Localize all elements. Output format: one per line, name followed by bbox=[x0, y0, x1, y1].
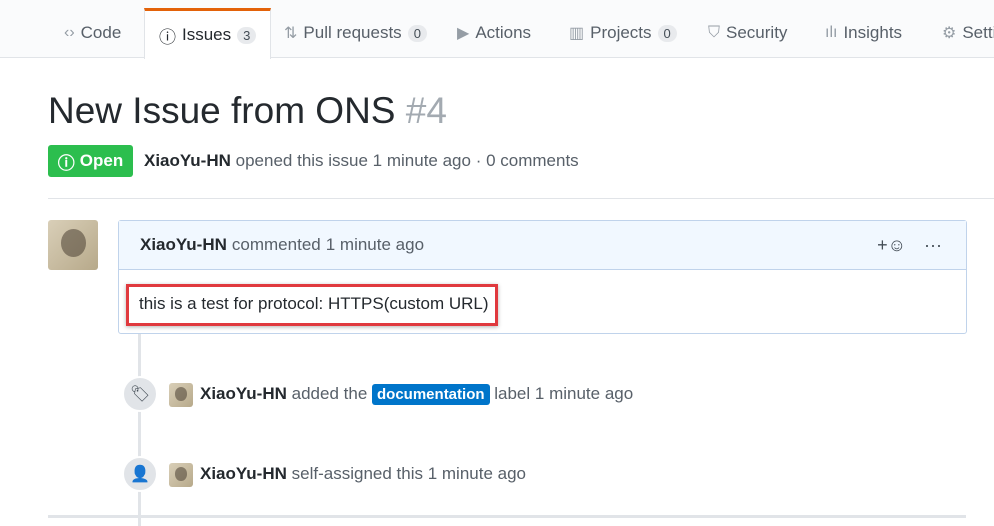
issue-number: #4 bbox=[405, 90, 447, 131]
tab-actions[interactable]: ▶ Actions bbox=[457, 8, 531, 58]
avatar[interactable] bbox=[169, 463, 193, 487]
comment-author[interactable]: XiaoYu-HN bbox=[140, 235, 227, 255]
tab-pull-requests[interactable]: ⇅ Pull requests 0 bbox=[284, 8, 427, 58]
tab-settings[interactable]: ⚙Settings bbox=[942, 8, 994, 58]
shield-icon: ⛉ bbox=[708, 24, 721, 41]
project-icon: ▥ bbox=[569, 25, 585, 42]
issues-count: 3 bbox=[237, 26, 257, 44]
comment-header: XiaoYu-HN commented 1 minute ago +☺ ··· bbox=[119, 221, 966, 270]
tab-projects[interactable]: ▥ Projects 0 bbox=[569, 8, 677, 58]
graph-icon: ılı bbox=[825, 24, 838, 41]
divider bbox=[48, 515, 966, 518]
tab-issues[interactable]: ⓘ Issues 3 bbox=[144, 8, 272, 59]
person-icon: 👤 bbox=[122, 456, 158, 492]
tab-code[interactable]: ‹› Code bbox=[64, 8, 121, 58]
comment-body: this is a test for protocol: HTTPS(custo… bbox=[126, 284, 498, 326]
tab-security[interactable]: ⛉ Security bbox=[708, 8, 787, 58]
comment-time[interactable]: 1 minute ago bbox=[326, 235, 424, 255]
issue-opened-icon: ⓘ bbox=[159, 27, 176, 47]
tab-insights[interactable]: ılı Insights bbox=[825, 8, 902, 58]
tag-icon: 🏷 bbox=[122, 376, 158, 412]
author-link[interactable]: XiaoYu-HN bbox=[144, 151, 231, 170]
gear-icon: ⚙ bbox=[942, 25, 957, 42]
actor-link[interactable]: XiaoYu-HN bbox=[200, 384, 287, 403]
play-icon: ▶ bbox=[457, 25, 470, 42]
code-icon: ‹› bbox=[64, 24, 75, 41]
issue-opened-icon: ⓘ bbox=[57, 153, 75, 173]
projects-count: 0 bbox=[657, 24, 677, 42]
avatar[interactable] bbox=[48, 220, 98, 270]
page-title: New Issue from ONS #4 bbox=[48, 90, 447, 131]
timeline-event: XiaoYu-HN self-assigned this 1 minute ag… bbox=[200, 464, 526, 483]
add-reaction-button[interactable]: +☺ bbox=[877, 235, 906, 256]
status-badge: ⓘ Open bbox=[48, 145, 133, 177]
git-pull-request-icon: ⇅ bbox=[284, 25, 298, 42]
more-options-button[interactable]: ··· bbox=[924, 235, 942, 256]
issue-meta: XiaoYu-HN opened this issue 1 minute ago… bbox=[144, 151, 579, 170]
pr-count: 0 bbox=[407, 24, 427, 42]
divider bbox=[48, 198, 994, 199]
timeline-event: XiaoYu-HN added the documentation label … bbox=[200, 384, 634, 405]
label-documentation[interactable]: documentation bbox=[372, 384, 490, 405]
timeline-line bbox=[138, 334, 141, 526]
avatar[interactable] bbox=[169, 383, 193, 407]
actor-link[interactable]: XiaoYu-HN bbox=[200, 464, 287, 483]
repo-nav: ‹› Code ⓘ Issues 3 ⇅ Pull requests 0 ▶ Actions… bbox=[0, 0, 994, 59]
